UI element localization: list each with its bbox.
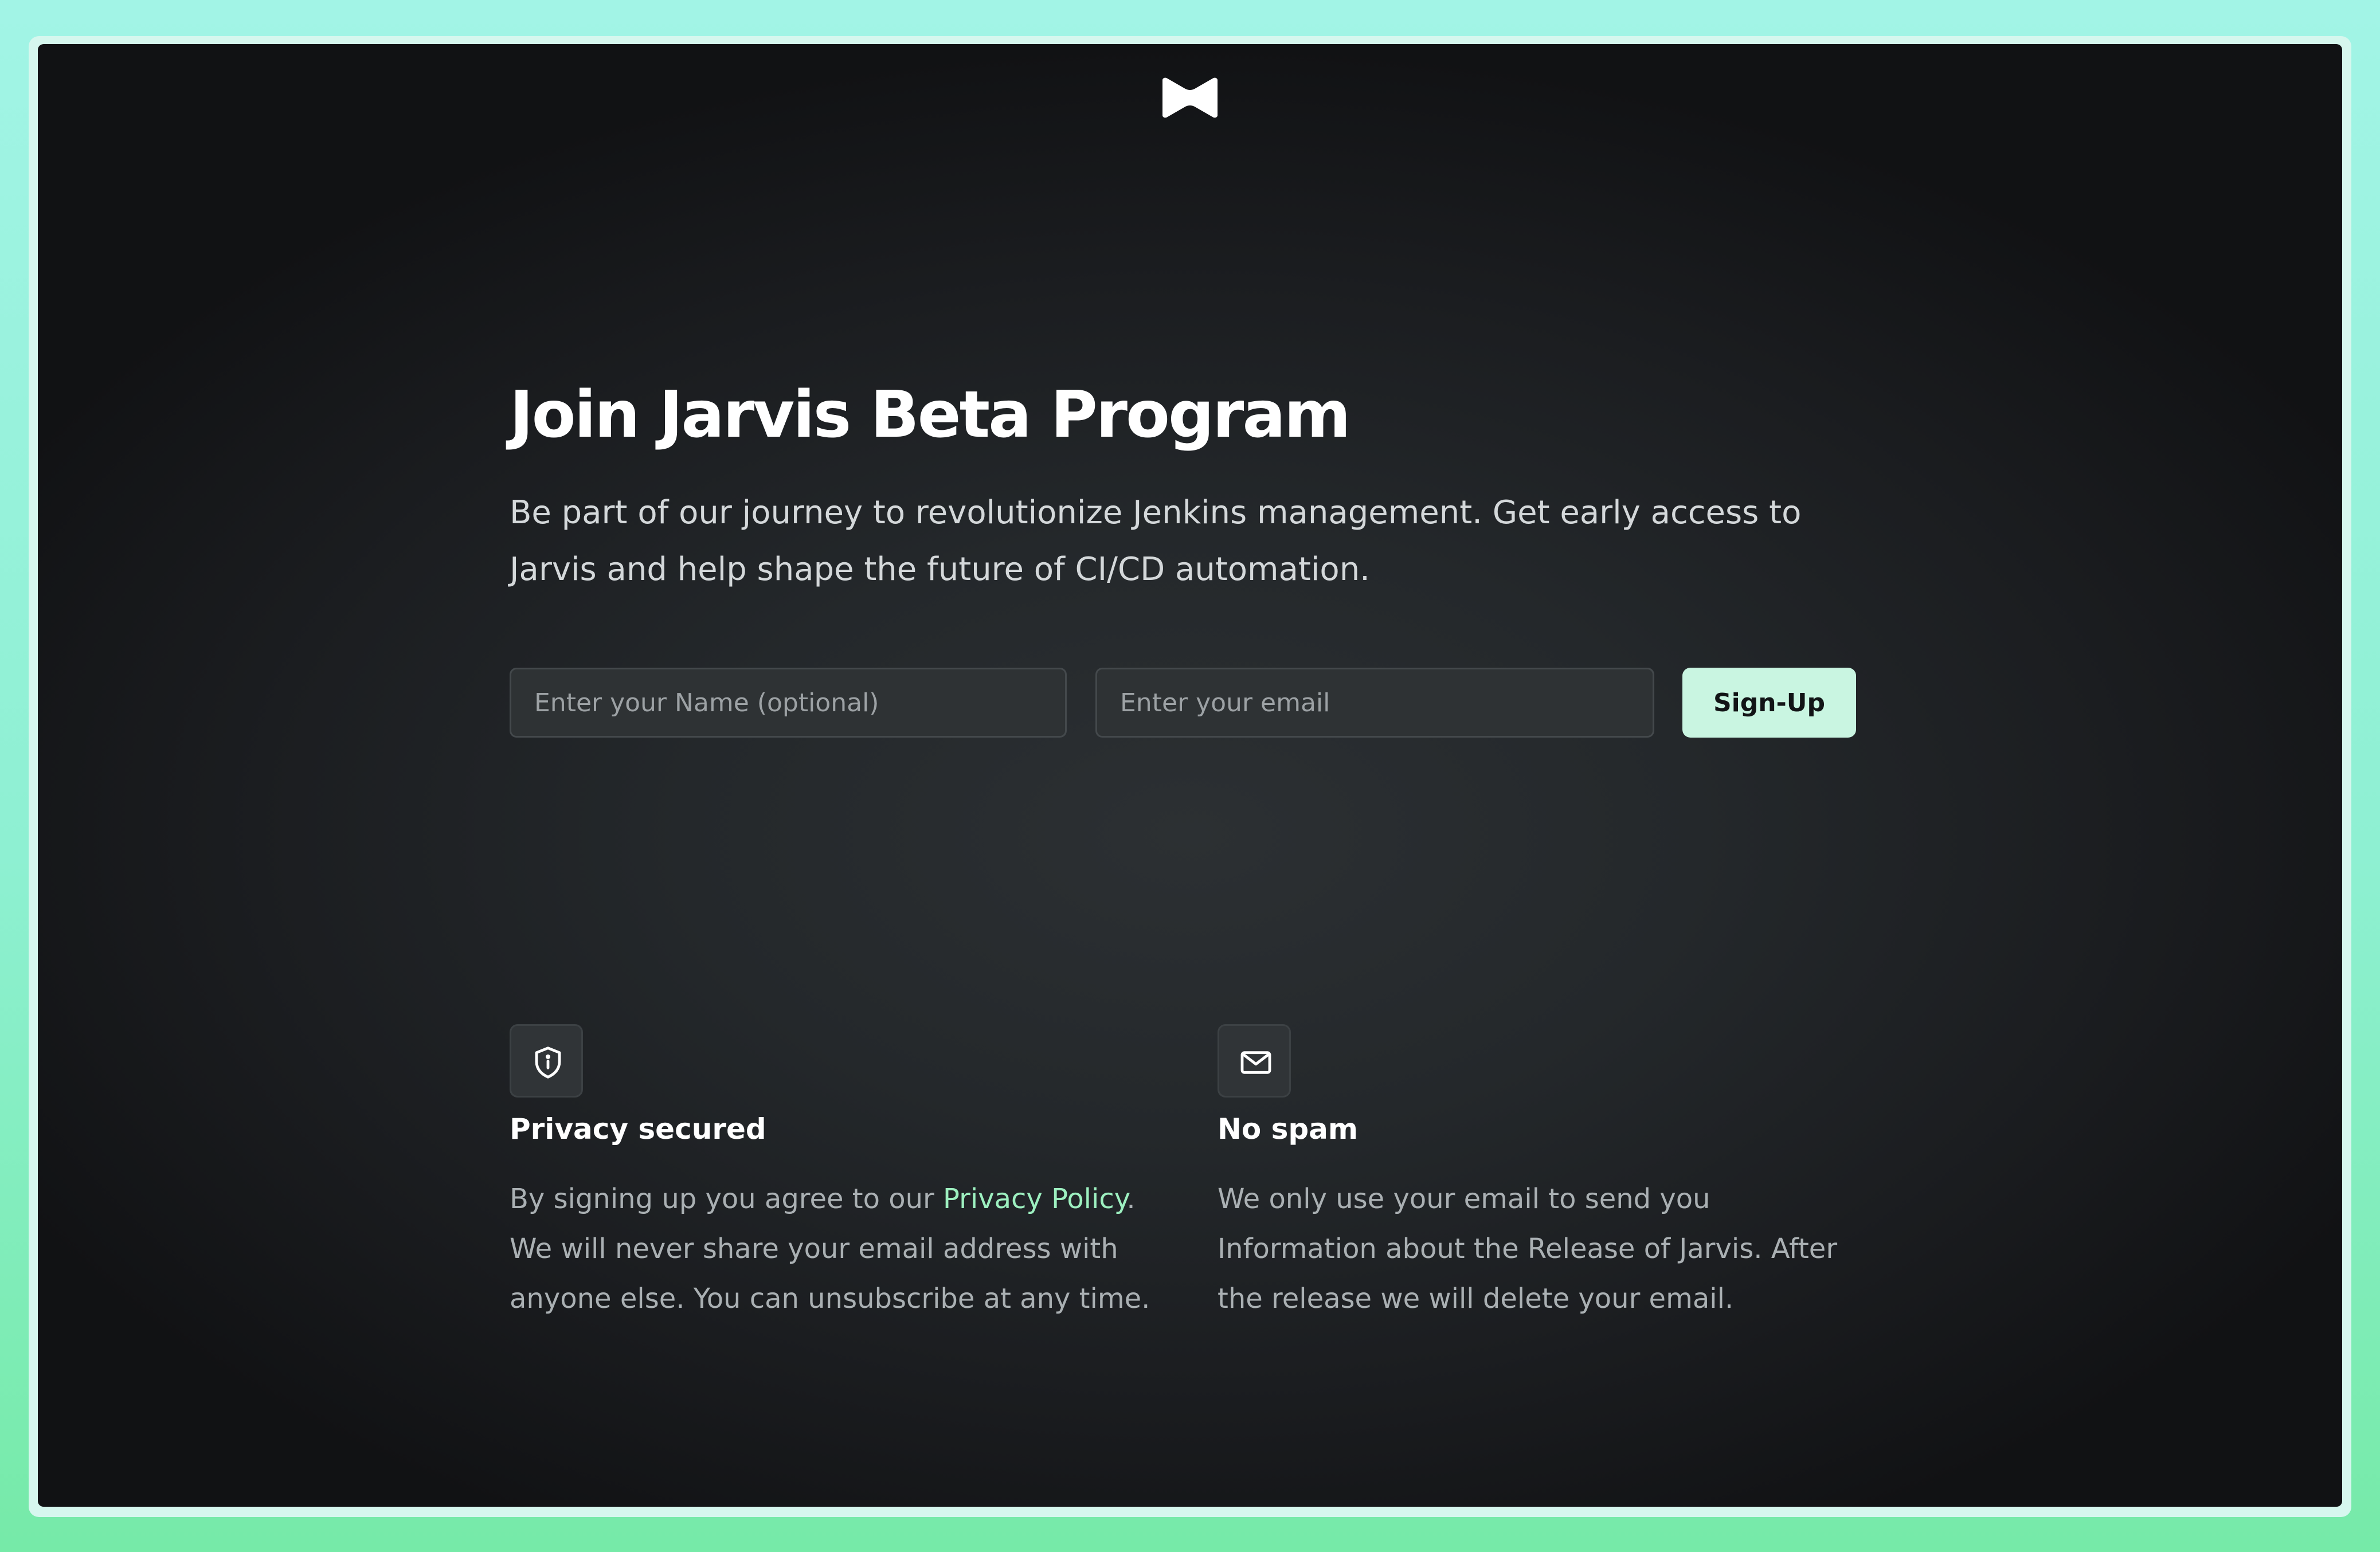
- privacy-title: Privacy secured: [510, 1112, 766, 1146]
- no-spam-description: We only use your email to send you Infor…: [1218, 1183, 1838, 1315]
- no-spam-title: No spam: [1218, 1112, 1358, 1146]
- signup-button[interactable]: Sign-Up: [1682, 668, 1856, 738]
- privacy-policy-link[interactable]: Privacy Policy: [943, 1183, 1126, 1215]
- shield-info-icon: [535, 1047, 561, 1079]
- bowtie-logo-icon[interactable]: [1161, 76, 1219, 119]
- app-window: Join Jarvis Beta Program Be part of our …: [38, 44, 2342, 1507]
- shield-info-icon-box: [510, 1024, 583, 1098]
- privacy-text-before-link: By signing up you agree to our: [510, 1183, 944, 1215]
- page-subtitle: Be part of our journey to revolutionize …: [510, 494, 1802, 588]
- email-input[interactable]: [1095, 668, 1654, 738]
- signup-form: Sign-Up: [510, 668, 1897, 740]
- mail-icon-box: [1218, 1024, 1291, 1098]
- name-input[interactable]: [510, 668, 1067, 738]
- privacy-description: By signing up you agree to our Privacy P…: [510, 1174, 1157, 1324]
- page-title: Join Jarvis Beta Program: [510, 378, 1351, 452]
- mail-icon: [1240, 1051, 1271, 1074]
